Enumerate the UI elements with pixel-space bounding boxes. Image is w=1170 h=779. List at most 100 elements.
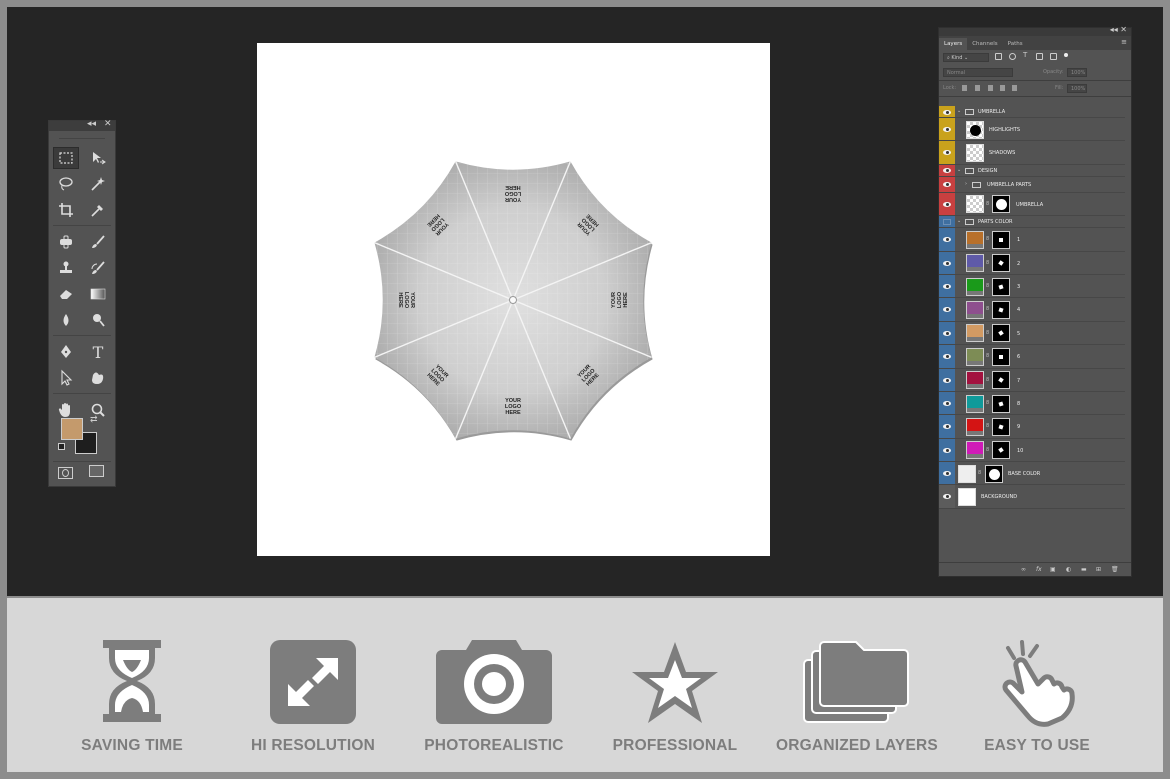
link-icon[interactable]: 8	[986, 283, 989, 289]
default-colors-icon[interactable]	[58, 443, 65, 450]
document-canvas[interactable]: YOURLOGOHERE YOURLOGOHERE YOURLOGOHERE YOUR…	[257, 43, 770, 556]
path-selection-icon[interactable]	[53, 367, 79, 389]
fx-icon[interactable]: fx	[1036, 566, 1042, 573]
add-mask-icon[interactable]: ▣	[1050, 566, 1056, 573]
visibility-eye-icon[interactable]	[943, 260, 951, 266]
link-icon[interactable]: 8	[986, 353, 989, 359]
link-layers-icon[interactable]: ∞	[1021, 566, 1026, 573]
layer-shadows-row[interactable]: SHADOWS	[939, 141, 1125, 165]
gradient-icon[interactable]	[85, 283, 111, 305]
layer-color-part-row[interactable]: 89	[939, 415, 1125, 439]
layer-color-part-row[interactable]: 88	[939, 392, 1125, 416]
layer-mask-thumbnail[interactable]	[992, 371, 1010, 390]
filter-shape-icon[interactable]	[1036, 53, 1043, 60]
visibility-eye-icon[interactable]	[943, 447, 951, 453]
swap-colors-icon[interactable]: ⇄	[90, 414, 98, 425]
visibility-eye-icon[interactable]	[943, 494, 951, 500]
layer-mask-thumbnail[interactable]	[992, 254, 1010, 273]
filter-pixel-icon[interactable]	[995, 53, 1002, 60]
close-icon[interactable]: ✕	[104, 119, 112, 129]
group-umbrella-parts-row[interactable]: › UMBRELLA PARTS	[939, 176, 1125, 193]
visibility-eye-icon[interactable]	[943, 284, 951, 289]
layer-color-part-row[interactable]: 8 10	[939, 438, 1125, 463]
magic-wand-icon[interactable]	[85, 173, 111, 195]
link-icon[interactable]: 8	[986, 400, 989, 406]
filter-adjustment-icon[interactable]	[1009, 53, 1016, 60]
visibility-eye-icon[interactable]	[943, 168, 951, 174]
collapse-icon[interactable]: ◂◂	[87, 119, 96, 129]
lock-position-icon[interactable]	[988, 85, 993, 91]
layer-background-row[interactable]: BACKGROUND	[939, 485, 1125, 509]
layer-color-part-row[interactable]: 84	[939, 298, 1125, 322]
eyedropper-icon[interactable]	[85, 199, 111, 221]
layer-base-color-row[interactable]: 8 BASE COLOR	[939, 462, 1125, 486]
layer-mask-thumbnail[interactable]	[985, 464, 1003, 483]
link-icon[interactable]: 8	[986, 423, 989, 429]
chevron-down-icon[interactable]: ⌄	[957, 108, 961, 114]
tools-panel-titlebar[interactable]: ◂◂ ✕	[49, 119, 115, 131]
link-icon[interactable]: 8	[986, 201, 989, 207]
adjustment-layer-icon[interactable]: ◐	[1066, 566, 1071, 573]
visibility-eye-icon[interactable]	[943, 401, 951, 406]
link-icon[interactable]: 8	[986, 447, 989, 453]
opacity-input[interactable]: 100%	[1067, 68, 1087, 77]
visibility-eye-icon[interactable]	[943, 354, 951, 360]
lock-all-icon[interactable]	[1012, 85, 1017, 91]
filter-type-icon[interactable]: T	[1023, 51, 1030, 59]
foreground-color-swatch[interactable]	[61, 418, 83, 440]
type-icon[interactable]: T	[85, 341, 111, 363]
visibility-eye-icon[interactable]	[943, 424, 951, 430]
layer-color-part-row[interactable]: 87	[939, 368, 1125, 392]
eraser-icon[interactable]	[53, 283, 79, 305]
link-icon[interactable]: 8	[986, 236, 989, 242]
visibility-eye-icon[interactable]	[943, 471, 951, 476]
filter-kind-select[interactable]: ⌕ Kind ⌄	[943, 53, 989, 62]
visibility-off-icon[interactable]	[943, 219, 951, 226]
layer-mask-thumbnail[interactable]	[992, 441, 1010, 460]
healing-brush-icon[interactable]	[53, 231, 79, 253]
layer-mask-thumbnail[interactable]	[992, 324, 1010, 343]
lasso-icon[interactable]	[53, 173, 79, 195]
link-icon[interactable]: 8	[986, 330, 989, 336]
layer-mask-thumbnail[interactable]	[992, 195, 1010, 214]
layers-panel-titlebar[interactable]: ◂◂ ✕	[939, 25, 1131, 36]
lock-artboard-icon[interactable]	[1000, 85, 1005, 91]
screen-mode-icon[interactable]	[89, 465, 104, 477]
crop-icon[interactable]	[53, 199, 79, 221]
layer-color-part-row[interactable]: 81	[939, 228, 1125, 252]
layer-mask-thumbnail[interactable]	[992, 277, 1010, 296]
quick-mask-icon[interactable]	[58, 467, 73, 479]
link-icon[interactable]: 8	[986, 260, 989, 266]
trash-icon[interactable]: 🗑	[1111, 566, 1119, 573]
layer-mask-thumbnail[interactable]	[992, 347, 1010, 366]
visibility-eye-icon[interactable]	[943, 150, 951, 156]
filter-toggle-icon[interactable]	[1064, 53, 1068, 57]
panel-grip[interactable]	[59, 133, 105, 139]
move-icon[interactable]	[85, 147, 111, 169]
visibility-eye-icon[interactable]	[943, 307, 951, 313]
visibility-eye-icon[interactable]	[943, 237, 951, 243]
layer-color-part-row[interactable]: 86	[939, 345, 1125, 369]
group-parts-color-row[interactable]: ⌄ PARTS COLOR	[939, 216, 1125, 229]
layer-color-part-row[interactable]: 82	[939, 251, 1125, 275]
link-icon[interactable]: 8	[978, 470, 981, 476]
clone-stamp-icon[interactable]	[53, 257, 79, 279]
filter-smart-object-icon[interactable]	[1050, 53, 1057, 60]
tab-layers[interactable]: Layers	[939, 38, 968, 50]
new-group-icon[interactable]: ▬	[1081, 566, 1087, 573]
layer-mask-thumbnail[interactable]	[992, 230, 1010, 249]
link-icon[interactable]: 8	[986, 306, 989, 312]
pen-icon[interactable]	[53, 341, 79, 363]
layer-color-part-row[interactable]: 83	[939, 275, 1125, 299]
visibility-eye-icon[interactable]	[943, 377, 951, 383]
lock-transparent-icon[interactable]	[962, 85, 967, 91]
group-umbrella-row[interactable]: ⌄ UMBRELLA	[939, 106, 1125, 118]
blend-mode-select[interactable]: Normal	[943, 68, 1013, 77]
blur-icon[interactable]	[53, 309, 79, 331]
new-layer-icon[interactable]: ⊞	[1096, 566, 1101, 573]
layer-mask-thumbnail[interactable]	[992, 417, 1010, 436]
layer-color-part-row[interactable]: 85	[939, 321, 1125, 346]
layer-highlights-row[interactable]: HIGHLIGHTS	[939, 118, 1125, 142]
visibility-eye-icon[interactable]	[943, 109, 951, 115]
layer-mask-thumbnail[interactable]	[992, 394, 1010, 413]
